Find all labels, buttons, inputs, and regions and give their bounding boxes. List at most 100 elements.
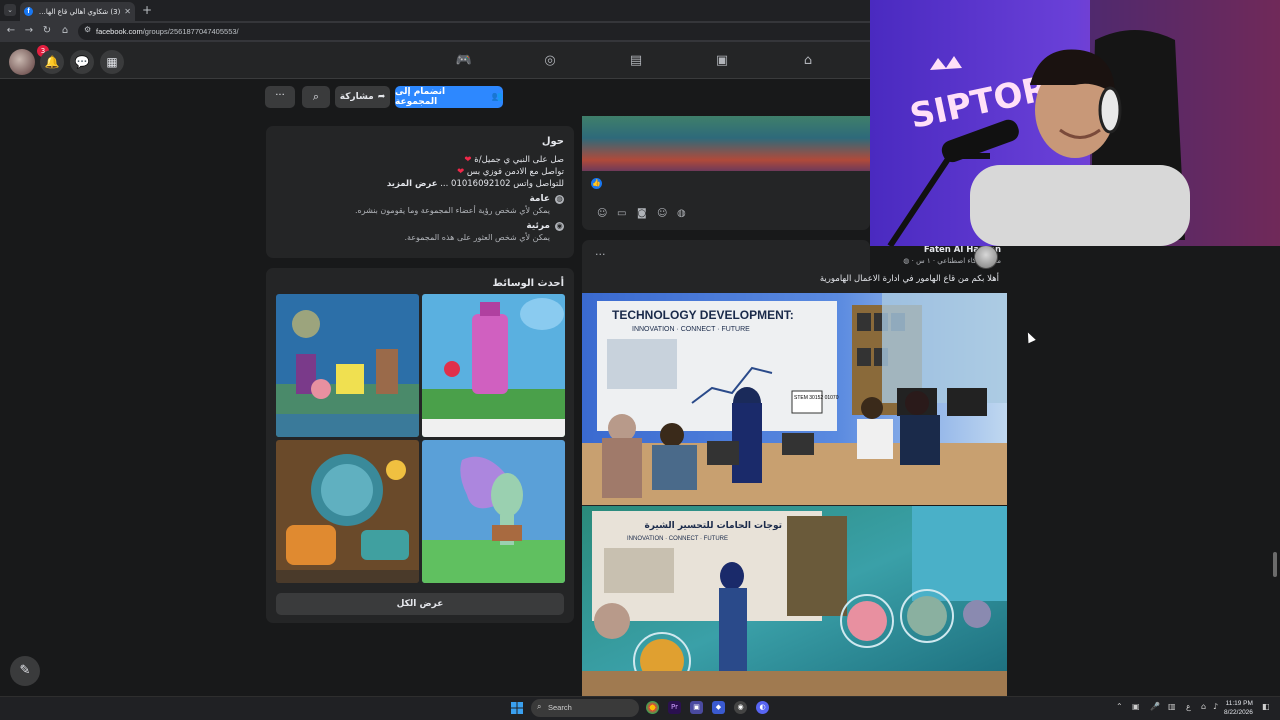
camera-icon[interactable]: ◙ (637, 208, 647, 219)
post-text: أهلا بكم من قاع الهامور في ادارة الاعمال… (819, 274, 999, 284)
groups-icon[interactable]: ◎ (541, 53, 559, 69)
visibility-description: يمكن لأي شخص العثور على هذه المجموعة. (404, 233, 550, 242)
share-label: مشاركة (339, 92, 374, 102)
more-options-button[interactable]: ··· (265, 86, 295, 108)
home-icon[interactable]: ⌂ (799, 53, 817, 69)
media-thumbnail[interactable] (422, 440, 565, 583)
url-domain: facebook.com (96, 27, 143, 36)
group-users-icon: 👥 (491, 92, 503, 102)
heart-icon: ❤ (457, 167, 465, 177)
privacy-description: يمكن لأي شخص رؤية أعضاء المجموعة وما يقو… (354, 206, 550, 215)
notifications-bell-icon[interactable]: 🔔 (40, 50, 64, 74)
tray-overflow-icon[interactable]: ⌃ (1116, 702, 1123, 711)
watch-icon[interactable]: ▣ (713, 53, 731, 69)
gaming-icon[interactable]: 🎮 (455, 53, 473, 69)
marketplace-icon[interactable]: ▤ (627, 53, 645, 69)
notification-center-icon[interactable]: ◧ (1262, 702, 1270, 711)
windows-taskbar (0, 696, 1280, 720)
post-image-classroom[interactable]: TECHNOLOGY DEVELOPMENT: INNOVATION · CON… (582, 293, 1007, 505)
taskbar-clock[interactable]: 11:19 PM 8/22/2026 (1224, 699, 1253, 717)
about-card: حول صل على النبي ي جميل/ة ❤ تواصل مع الا… (266, 126, 574, 258)
new-message-button[interactable]: ✎ (10, 656, 40, 686)
new-tab-button[interactable]: + (140, 3, 154, 17)
obs-icon[interactable]: ◉ (734, 701, 747, 714)
heart-icon: ❤ (464, 155, 472, 165)
about-line-2: تواصل مع الادمن فوزي بس ❤ (457, 167, 564, 177)
svg-text:توجات الحامات للتحسير الشيرة: توجات الحامات للتحسير الشيرة (644, 521, 782, 531)
like-reaction-icon[interactable]: 👍 (591, 178, 602, 189)
svg-text:INNOVATION · CONNECT · FUTURE: INNOVATION · CONNECT · FUTURE (632, 326, 750, 333)
share-arrow-icon: ➦ (377, 92, 386, 102)
clock-time: 11:19 PM (1225, 700, 1253, 707)
discord-icon[interactable]: ◐ (756, 701, 769, 714)
tab-title: (3) شكاوي أهالي قاع الهامور | فيسبوك (37, 7, 121, 16)
join-group-button[interactable]: انضمام إلى المجموعة 👥 (395, 86, 503, 108)
close-tab-icon[interactable]: ✕ (124, 7, 131, 16)
emoji-icon[interactable]: ☺ (657, 208, 667, 219)
svg-text:TECHNOLOGY DEVELOPMENT:: TECHNOLOGY DEVELOPMENT: (612, 308, 794, 322)
mouse-cursor-icon (1024, 330, 1036, 344)
app-icon[interactable]: ▣ (690, 701, 703, 714)
premiere-icon[interactable]: Pr (668, 701, 681, 714)
share-button[interactable]: مشاركة ➦ (335, 86, 390, 108)
see-more-link[interactable]: عرض المزيد (387, 179, 438, 189)
app-icon[interactable]: ◆ (712, 701, 725, 714)
post-image[interactable] (582, 116, 870, 171)
search-icon: ⌕ (537, 702, 542, 711)
tab-search-icon[interactable]: ⌄ (4, 4, 16, 16)
reload-icon[interactable]: ↻ (40, 24, 54, 38)
recent-media-title: أحدث الوسائط (492, 278, 564, 289)
messenger-icon[interactable]: 💬 (70, 50, 94, 74)
chrome-icon[interactable] (646, 701, 659, 714)
microphone-icon[interactable]: 🎤 (1150, 702, 1160, 711)
tray-app-icon[interactable]: ▣ (1132, 702, 1140, 711)
menu-grid-icon[interactable]: ▦ (100, 50, 124, 74)
see-all-media-button[interactable]: عرض الكل (276, 593, 564, 615)
clock-date: 8/22/2026 (1224, 709, 1253, 716)
tray-app-icon[interactable]: ▥ (1168, 702, 1176, 711)
webcam-overlay: SIPTOR (870, 0, 1280, 246)
network-icon[interactable]: ⌂ (1201, 702, 1206, 711)
media-thumbnail[interactable] (276, 440, 419, 583)
taskbar-search-input[interactable]: Search (531, 699, 639, 717)
url-path: /groups/2561877047405553/ (142, 27, 239, 36)
join-group-label: انضمام إلى المجموعة (395, 87, 446, 107)
url-input[interactable]: facebook.com/groups/2561877047405553/ (78, 23, 878, 40)
page-scrollbar[interactable] (1273, 552, 1277, 577)
volume-icon[interactable]: ♪ (1213, 702, 1218, 711)
visibility-title: مرئية (526, 221, 550, 231)
forward-icon[interactable]: → (22, 24, 36, 38)
globe-icon: ◍ (903, 257, 910, 265)
avatar-sticker-icon[interactable]: ◍ (677, 208, 686, 219)
profile-avatar[interactable] (9, 49, 35, 75)
svg-text:STEM 30152 01070: STEM 30152 01070 (794, 395, 839, 401)
eye-icon: ◉ (555, 221, 564, 231)
privacy-title: عامة (529, 194, 550, 204)
site-info-icon[interactable]: ⚙ (84, 25, 91, 34)
gif-icon[interactable]: ▭ (617, 208, 626, 219)
home-page-icon[interactable]: ⌂ (58, 24, 72, 38)
search-icon: ⌕ (312, 90, 320, 103)
recent-media-card: أحدث الوسائط عرض الكل (266, 268, 574, 623)
facebook-favicon-icon: f (24, 7, 33, 16)
about-title: حول (541, 136, 564, 147)
about-line-1: صل على النبي ي جميل/ة ❤ (464, 155, 564, 165)
post-options-icon[interactable]: ··· (595, 248, 606, 261)
back-icon[interactable]: ← (4, 24, 18, 38)
browser-tab[interactable]: f (3) شكاوي أهالي قاع الهامور | فيسبوك ✕ (20, 2, 135, 21)
media-thumbnail[interactable] (276, 294, 419, 437)
privacy-row: ◍ عامة (276, 194, 564, 204)
sticker-icon[interactable]: ☺ (597, 208, 607, 219)
svg-text:INNOVATION · CONNECT · FUTURE: INNOVATION · CONNECT · FUTURE (627, 536, 728, 542)
media-thumbnail[interactable] (422, 294, 565, 437)
windows-start-icon[interactable] (511, 702, 523, 714)
feed-post-previous: 👍 ☺ ▭ ◙ ☺ ◍ (582, 116, 870, 230)
keyboard-language[interactable]: ع (1186, 702, 1191, 711)
post-author-avatar[interactable] (974, 245, 998, 269)
globe-icon: ◍ (555, 194, 564, 204)
post-image-underwater-classroom[interactable]: توجات الحامات للتحسير الشيرة INNOVATION … (582, 506, 1007, 696)
visibility-row: ◉ مرئية (276, 221, 564, 231)
compose-icon: ✎ (19, 663, 31, 678)
group-search-button[interactable]: ⌕ (302, 86, 330, 108)
about-line-3: للتواصل واتس 01016092102 ... عرض المزيد (386, 179, 564, 189)
